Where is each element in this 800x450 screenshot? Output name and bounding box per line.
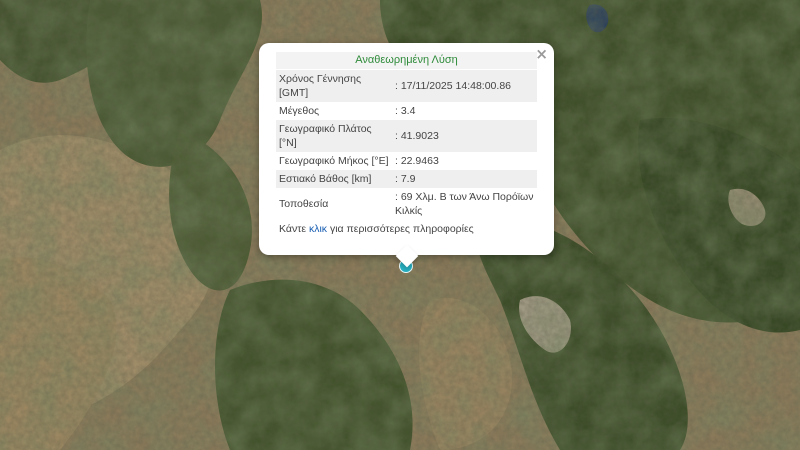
earthquake-info-popup: × Αναθεωρημένη Λύση Χρόνος Γέννησης [GMT… (259, 43, 554, 268)
depth-value: : 7.9 (392, 170, 537, 188)
close-icon[interactable]: × (535, 45, 548, 63)
table-row: Γεωγραφικό Πλάτος [°N] : 41.9023 (276, 120, 537, 152)
longitude-label: Γεωγραφικό Μήκος [°E] (279, 155, 389, 167)
latitude-value: : 41.9023 (392, 120, 537, 152)
latitude-label: Γεωγραφικό Πλάτος [°N] (276, 120, 392, 152)
location-value: : 69 Χλμ. Β των Άνω Πορόϊων Κιλκίς (395, 191, 534, 217)
magnitude-label: Μέγεθος (279, 105, 320, 117)
location-label: Τοποθεσία (279, 198, 329, 210)
table-row: Γεωγραφικό Μήκος [°E] : 22.9463 (276, 152, 537, 170)
more-info-suffix: για περισσότερες πληροφορίες (327, 223, 474, 235)
magnitude-value: : 3.4 (395, 105, 416, 117)
earthquake-details-table: Χρόνος Γέννησης [GMT] : 17/11/2025 14:48… (276, 70, 537, 220)
origin-time-value: : 17/11/2025 14:48:00.86 (392, 70, 537, 102)
more-info-link[interactable]: κλικ (309, 223, 327, 235)
popup-title: Αναθεωρημένη Λύση (276, 52, 537, 69)
more-info-text: Κάντε κλικ για περισσότερες πληροφορίες (276, 223, 537, 235)
table-row: Χρόνος Γέννησης [GMT] : 17/11/2025 14:48… (276, 70, 537, 102)
more-info-prefix: Κάντε (279, 223, 309, 235)
table-row: Μέγεθος : 3.4 (276, 102, 537, 120)
table-row: Τοποθεσία : 69 Χλμ. Β των Άνω Πορόϊων Κι… (276, 188, 537, 220)
longitude-value: : 22.9463 (395, 155, 439, 167)
depth-label: Εστιακό Βάθος [km] (276, 170, 392, 188)
origin-time-label: Χρόνος Γέννησης [GMT] (276, 70, 392, 102)
table-row: Εστιακό Βάθος [km] : 7.9 (276, 170, 537, 188)
